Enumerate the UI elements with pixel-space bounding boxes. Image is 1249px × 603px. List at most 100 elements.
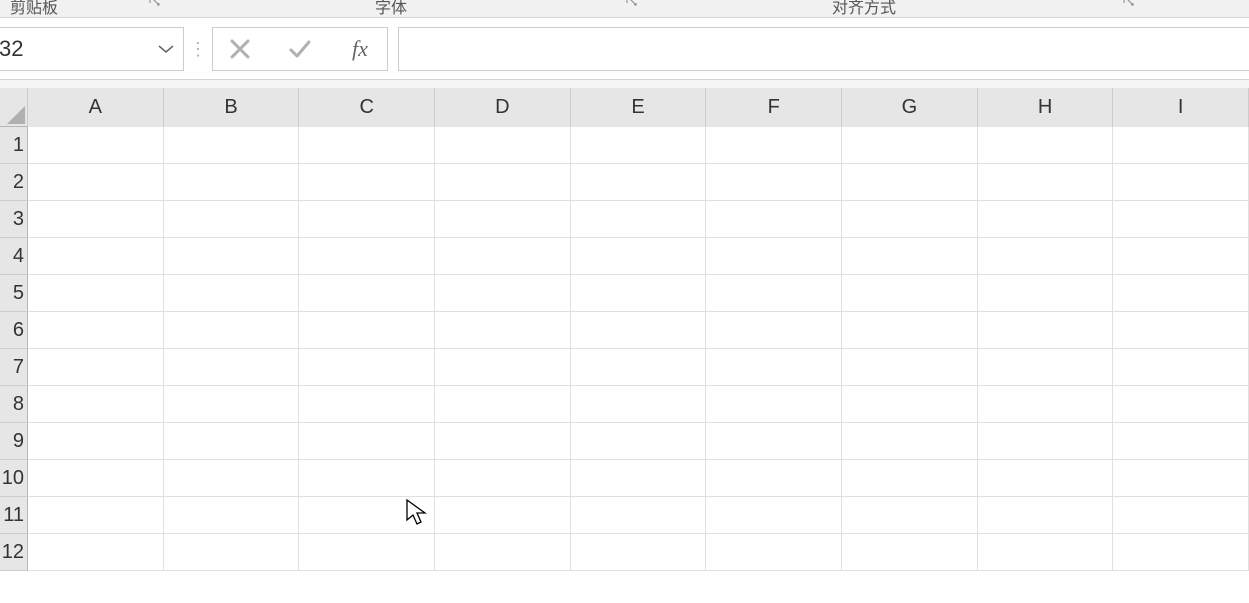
name-box[interactable] xyxy=(0,27,184,71)
cell[interactable] xyxy=(164,497,300,534)
row-header[interactable]: 12 xyxy=(0,534,28,571)
row-header[interactable]: 6 xyxy=(0,312,28,349)
cell[interactable] xyxy=(1113,201,1249,238)
row-header[interactable]: 1 xyxy=(0,127,28,164)
formula-bar-split-handle[interactable]: ⋮ xyxy=(184,27,212,71)
cell[interactable] xyxy=(435,460,571,497)
cell[interactable] xyxy=(978,423,1114,460)
cell[interactable] xyxy=(28,312,164,349)
cell[interactable] xyxy=(842,534,978,571)
cell[interactable] xyxy=(842,386,978,423)
cell[interactable] xyxy=(28,386,164,423)
column-header[interactable]: F xyxy=(706,88,842,127)
cell[interactable] xyxy=(435,534,571,571)
cell[interactable] xyxy=(28,497,164,534)
cell[interactable] xyxy=(706,423,842,460)
cell[interactable] xyxy=(1113,497,1249,534)
cell[interactable] xyxy=(28,238,164,275)
cell[interactable] xyxy=(706,497,842,534)
cell[interactable] xyxy=(435,386,571,423)
cell[interactable] xyxy=(1113,127,1249,164)
cell[interactable] xyxy=(435,164,571,201)
cell[interactable] xyxy=(1113,423,1249,460)
row-header[interactable]: 11 xyxy=(0,497,28,534)
cell[interactable] xyxy=(28,127,164,164)
cell[interactable] xyxy=(571,201,707,238)
cell[interactable] xyxy=(28,164,164,201)
column-header[interactable]: A xyxy=(28,88,164,127)
cell[interactable] xyxy=(299,201,435,238)
cell[interactable] xyxy=(978,275,1114,312)
chevron-down-icon[interactable] xyxy=(157,43,175,55)
cell[interactable] xyxy=(978,386,1114,423)
cell[interactable] xyxy=(1113,460,1249,497)
cell[interactable] xyxy=(1113,238,1249,275)
insert-function-button[interactable]: fx xyxy=(339,29,381,69)
cell[interactable] xyxy=(164,534,300,571)
cell[interactable] xyxy=(164,238,300,275)
cell[interactable] xyxy=(978,201,1114,238)
name-box-input[interactable] xyxy=(0,28,183,70)
column-header[interactable]: E xyxy=(571,88,707,127)
dialog-launcher-icon[interactable] xyxy=(148,0,162,8)
cell[interactable] xyxy=(571,534,707,571)
cell[interactable] xyxy=(842,201,978,238)
cells-area[interactable] xyxy=(28,127,1249,603)
cell[interactable] xyxy=(842,127,978,164)
cell[interactable] xyxy=(435,201,571,238)
cell[interactable] xyxy=(299,164,435,201)
cell[interactable] xyxy=(299,386,435,423)
cell[interactable] xyxy=(706,534,842,571)
cell[interactable] xyxy=(164,275,300,312)
cell[interactable] xyxy=(28,534,164,571)
cell[interactable] xyxy=(1113,312,1249,349)
cell[interactable] xyxy=(706,164,842,201)
row-header[interactable]: 3 xyxy=(0,201,28,238)
cell[interactable] xyxy=(978,460,1114,497)
column-header[interactable]: I xyxy=(1113,88,1249,127)
cell[interactable] xyxy=(706,386,842,423)
column-header[interactable]: H xyxy=(978,88,1114,127)
cell[interactable] xyxy=(706,460,842,497)
cell[interactable] xyxy=(435,312,571,349)
cell[interactable] xyxy=(28,423,164,460)
cell[interactable] xyxy=(164,423,300,460)
cell[interactable] xyxy=(842,238,978,275)
column-header[interactable]: G xyxy=(842,88,978,127)
cell[interactable] xyxy=(28,349,164,386)
cell[interactable] xyxy=(299,497,435,534)
cell[interactable] xyxy=(978,238,1114,275)
cell[interactable] xyxy=(164,349,300,386)
cell[interactable] xyxy=(842,312,978,349)
cell[interactable] xyxy=(571,238,707,275)
cell[interactable] xyxy=(571,312,707,349)
cell[interactable] xyxy=(164,312,300,349)
dialog-launcher-icon[interactable] xyxy=(625,0,639,8)
cell[interactable] xyxy=(571,164,707,201)
cell[interactable] xyxy=(435,497,571,534)
row-header[interactable]: 5 xyxy=(0,275,28,312)
row-header[interactable]: 9 xyxy=(0,423,28,460)
select-all-button[interactable] xyxy=(0,88,28,127)
cell[interactable] xyxy=(706,312,842,349)
enter-button[interactable]: ✓ xyxy=(279,29,321,69)
cell[interactable] xyxy=(978,349,1114,386)
row-header[interactable]: 7 xyxy=(0,349,28,386)
dialog-launcher-icon[interactable] xyxy=(1122,0,1136,8)
column-header[interactable]: B xyxy=(164,88,300,127)
column-header[interactable]: D xyxy=(435,88,571,127)
cell[interactable] xyxy=(164,127,300,164)
cell[interactable] xyxy=(164,201,300,238)
cell[interactable] xyxy=(1113,275,1249,312)
cell[interactable] xyxy=(299,423,435,460)
cell[interactable] xyxy=(299,127,435,164)
cell[interactable] xyxy=(842,275,978,312)
cell[interactable] xyxy=(1113,386,1249,423)
cell[interactable] xyxy=(28,460,164,497)
cell[interactable] xyxy=(571,497,707,534)
cell[interactable] xyxy=(435,275,571,312)
cell[interactable] xyxy=(571,127,707,164)
cell[interactable] xyxy=(299,312,435,349)
row-header[interactable]: 10 xyxy=(0,460,28,497)
cell[interactable] xyxy=(706,275,842,312)
